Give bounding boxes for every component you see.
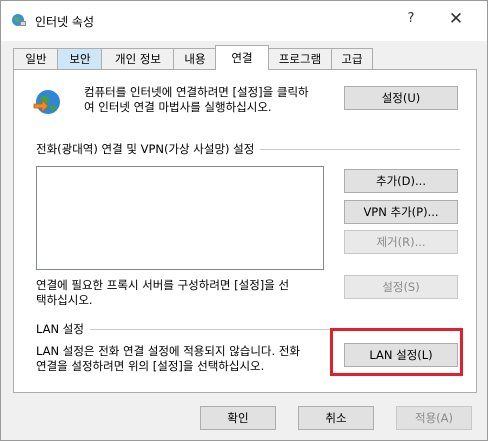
lan-group-title: LAN 설정 xyxy=(36,321,90,337)
tab-connections[interactable]: 연결 xyxy=(215,45,269,70)
tab-general[interactable]: 일반 xyxy=(13,48,59,69)
tab-programs[interactable]: 프로그램 xyxy=(267,48,333,69)
lan-description-line1: LAN 설정은 전화 연결 설정에 적용되지 않습니다. 전화 xyxy=(36,344,300,358)
proxy-description-line1: 연결에 필요한 프록시 서버를 구성하려면 [설정]을 선 xyxy=(36,278,290,292)
tab-privacy[interactable]: 개인 정보 xyxy=(101,48,175,69)
remove-button[interactable]: 제거(R)... xyxy=(344,230,458,254)
apply-button[interactable]: 적용(A) xyxy=(396,406,472,430)
tab-advanced[interactable]: 고급 xyxy=(331,48,373,69)
setup-button[interactable]: 설정(U) xyxy=(344,86,458,110)
add-button[interactable]: 추가(D)... xyxy=(344,169,458,193)
tab-content[interactable]: 내용 xyxy=(173,48,217,69)
highlight-box xyxy=(330,328,463,376)
dialup-group-title: 전화(광대역) 연결 및 VPN(가상 사설망) 설정 xyxy=(36,141,261,157)
internet-options-icon xyxy=(12,14,26,26)
tab-security[interactable]: 보안 xyxy=(57,48,103,69)
help-button[interactable]: ? xyxy=(399,11,423,31)
connections-list[interactable] xyxy=(36,166,324,270)
dialup-settings-button[interactable]: 설정(S) xyxy=(344,275,458,299)
window-title: 인터넷 속성 xyxy=(35,15,95,29)
add-vpn-button[interactable]: VPN 추가(P)... xyxy=(344,200,458,224)
title-bar: 인터넷 속성 ? ✕ xyxy=(1,1,487,41)
setup-description-line2: 여 인터넷 연결 마법사를 실행하십시오. xyxy=(84,100,272,114)
setup-description-line1: 컴퓨터를 인터넷에 연결하려면 [설정]을 클릭하 xyxy=(84,85,309,99)
proxy-description-line2: 택하십시오. xyxy=(36,293,93,307)
ok-button[interactable]: 확인 xyxy=(200,406,276,430)
close-button[interactable]: ✕ xyxy=(441,9,471,33)
internet-properties-window: 인터넷 속성 ? ✕ 일반 보안 개인 정보 내용 연결 프로그램 고급 컴퓨터… xyxy=(0,0,488,441)
globe-connection-icon xyxy=(33,90,60,114)
lan-description-line2: 연결을 설정하려면 위의 [설정]을 선택하십시오. xyxy=(36,359,265,373)
cancel-button[interactable]: 취소 xyxy=(298,406,374,430)
